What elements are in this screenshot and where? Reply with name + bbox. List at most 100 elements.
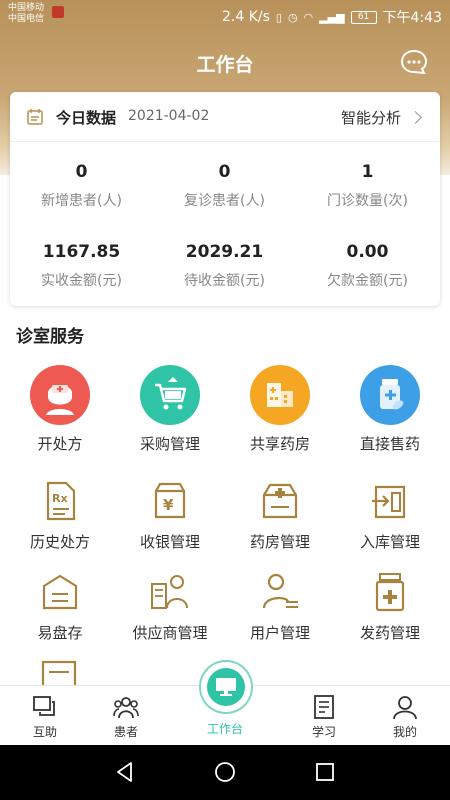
service-label: 药房管理 — [249, 533, 310, 551]
medicine-box-icon — [262, 483, 298, 519]
smart-analysis-link[interactable]: 智能分析 — [340, 107, 422, 128]
alarm-icon: ◷ — [287, 10, 298, 24]
service-label: 历史处方 — [29, 533, 90, 551]
stat-label: 欠款金额(元) — [327, 273, 408, 289]
stat-return-patients[interactable]: 0 复诊患者(人) — [153, 162, 296, 210]
doctor-icon — [30, 365, 90, 425]
service-label: 易盘存 — [37, 624, 83, 642]
service-easy-inventory[interactable]: 易盘存 — [4, 564, 116, 643]
service-direct-sale[interactable]: 直接售药 — [334, 365, 446, 454]
svg-text:¥: ¥ — [163, 496, 174, 514]
stat-new-patients[interactable]: 0 新增患者(人) — [10, 162, 153, 210]
recents-icon[interactable] — [313, 760, 337, 784]
carrier-line2: 中国电信 — [8, 14, 45, 24]
patients-icon — [113, 697, 139, 719]
workbench-active-bg — [207, 668, 245, 706]
signal-icon: ▂▄▆ — [319, 10, 345, 24]
notebook-icon — [314, 695, 334, 719]
service-stock-in[interactable]: 入库管理 — [334, 473, 446, 552]
page-title: 工作台 — [196, 54, 254, 76]
tab-patients[interactable]: 患者 — [81, 686, 171, 746]
cashier-icon: ¥ — [154, 482, 186, 519]
back-icon[interactable] — [113, 760, 137, 784]
network-speed: 2.4 K/s — [221, 9, 270, 25]
notification-icon — [52, 6, 64, 18]
profile-icon — [393, 696, 417, 720]
stat-value: 0 — [75, 162, 88, 182]
message-button[interactable] — [400, 48, 428, 76]
stat-value: 1 — [361, 162, 374, 182]
service-label: 开处方 — [37, 435, 83, 453]
stat-received-amount[interactable]: 1167.85 实收金额(元) — [10, 242, 153, 290]
workbench-active-button[interactable] — [199, 660, 253, 714]
more-service-icon — [41, 660, 77, 686]
stock-in-icon — [372, 485, 406, 519]
stat-label: 门诊数量(次) — [327, 193, 408, 209]
service-dispense[interactable]: 发药管理 — [334, 564, 446, 643]
services-section-title: 诊室服务 — [16, 327, 84, 347]
service-label: 用户管理 — [249, 624, 310, 642]
stat-value: 1167.85 — [42, 242, 121, 262]
today-data-title: 今日数据 — [56, 109, 117, 127]
stat-visit-count[interactable]: 1 门诊数量(次) — [296, 162, 439, 210]
service-user-manage[interactable]: 用户管理 — [224, 564, 336, 643]
tab-learning[interactable]: 学习 — [279, 686, 369, 746]
carrier-info: 中国移动 中国电信 — [8, 3, 44, 25]
stat-label: 待收金额(元) — [184, 273, 265, 289]
tab-mine[interactable]: 我的 — [360, 686, 450, 746]
medicine-bottle-icon — [360, 365, 420, 425]
system-nav-bar — [0, 745, 450, 800]
stat-value: 0 — [218, 162, 231, 182]
prescription-icon: Rx — [46, 481, 76, 521]
stat-label: 复诊患者(人) — [184, 193, 265, 209]
dispense-icon — [375, 573, 405, 612]
status-right: 2.4 K/s ▯ ◷ ◠ ▂▄▆ 61 下午4:43 — [222, 7, 442, 27]
status-bar: 中国移动 中国电信 2.4 K/s ▯ ◷ ◠ ▂▄▆ 61 下午4:43 — [0, 0, 450, 30]
tab-label: 学习 — [311, 725, 336, 739]
today-date: 2021-04-02 — [128, 108, 210, 124]
service-label: 供应商管理 — [132, 624, 208, 642]
home-icon[interactable] — [213, 760, 237, 784]
service-supplier-manage[interactable]: 供应商管理 — [114, 564, 226, 643]
pharmacy-building-icon — [250, 365, 310, 425]
stat-debt-amount[interactable]: 0.00 欠款金额(元) — [296, 242, 439, 290]
user-manage-icon — [262, 573, 298, 609]
chevron-right-icon — [409, 111, 422, 124]
tab-label: 互助 — [32, 725, 57, 739]
service-purchase[interactable]: 采购管理 — [114, 365, 226, 454]
service-cashier[interactable]: ¥ 收银管理 — [114, 473, 226, 552]
chat-icon — [33, 696, 55, 716]
calendar-icon — [27, 109, 43, 125]
stat-value: 0.00 — [346, 242, 389, 262]
today-stats-header: 今日数据 2021-04-02 智能分析 — [10, 92, 440, 142]
stat-value: 2029.21 — [185, 242, 264, 262]
tab-mutual-help[interactable]: 互助 — [0, 686, 90, 746]
service-label: 采购管理 — [139, 435, 200, 453]
today-stats-card: 今日数据 2021-04-02 智能分析 0 新增患者(人) 0 复诊患者(人)… — [10, 92, 440, 306]
clock: 下午4:43 — [382, 10, 442, 26]
service-history-prescriptions[interactable]: Rx 历史处方 — [4, 473, 116, 552]
service-label: 入库管理 — [359, 533, 420, 551]
tab-label: 工作台 — [206, 722, 243, 736]
service-label: 直接售药 — [359, 435, 420, 453]
service-label: 发药管理 — [359, 624, 420, 642]
smart-analysis-label: 智能分析 — [340, 109, 401, 127]
cart-icon — [140, 365, 200, 425]
service-shared-pharmacy[interactable]: 共享药房 — [224, 365, 336, 454]
tab-label: 我的 — [392, 725, 417, 739]
svg-text:Rx: Rx — [52, 492, 68, 505]
monitor-icon — [216, 678, 236, 696]
service-label: 共享药房 — [249, 435, 310, 453]
service-pharmacy-manage[interactable]: 药房管理 — [224, 473, 336, 552]
stat-label: 实收金额(元) — [41, 273, 122, 289]
supplier-icon — [151, 575, 188, 609]
service-prescribe[interactable]: 开处方 — [4, 365, 116, 454]
stat-label: 新增患者(人) — [41, 193, 122, 209]
tab-label: 患者 — [113, 725, 138, 739]
title-bar: 工作台 — [0, 40, 450, 84]
message-bubble-icon — [400, 49, 428, 75]
carrier-line1: 中国移动 — [8, 3, 45, 13]
vibrate-icon: ▯ — [275, 10, 282, 24]
stat-pending-amount[interactable]: 2029.21 待收金额(元) — [153, 242, 296, 290]
battery-icon: 61 — [350, 10, 377, 24]
